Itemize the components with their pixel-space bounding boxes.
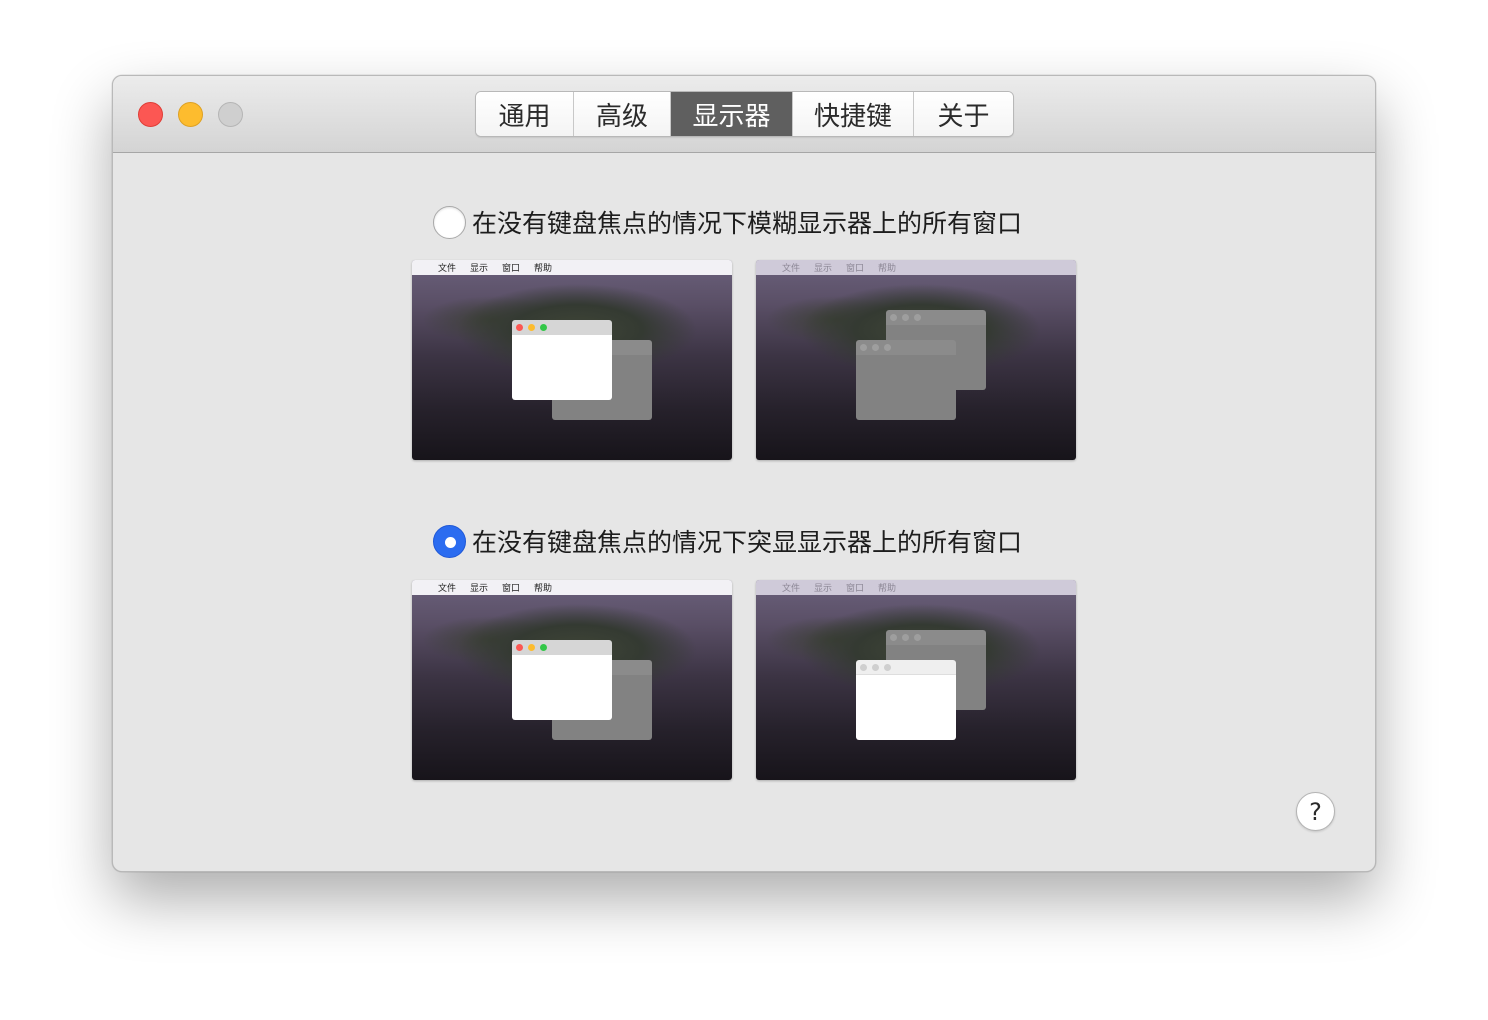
minimize-dot-icon [528, 644, 535, 651]
close-dot-icon [860, 664, 867, 671]
menu-item-view: 显示 [470, 264, 489, 274]
preview-menubar: 文件 显示 窗口 帮助 [412, 260, 732, 275]
blur-preview-focused: 文件 显示 窗口 帮助 [412, 260, 732, 460]
menu-item-help: 帮助 [878, 264, 897, 274]
menu-item-window: 窗口 [502, 584, 521, 594]
blur-option[interactable]: 在没有键盘焦点的情况下模糊显示器上的所有窗口 [433, 202, 1022, 242]
focused-window [512, 320, 612, 400]
title-bar: 通用 高级 显示器 快捷键 关于 [113, 76, 1375, 153]
menu-item-window: 窗口 [846, 264, 865, 274]
menu-item-window: 窗口 [846, 584, 865, 594]
minimize-button[interactable] [178, 102, 203, 127]
tab-advanced[interactable]: 高级 [574, 92, 671, 136]
menu-item-help: 帮助 [534, 584, 553, 594]
zoom-dot-icon [540, 644, 547, 651]
tab-general[interactable]: 通用 [476, 92, 574, 136]
menu-item-view: 显示 [814, 264, 833, 274]
blurred-window [856, 340, 956, 420]
highlight-radio[interactable] [433, 524, 466, 558]
menu-item-view: 显示 [814, 584, 833, 594]
menu-item-window: 窗口 [502, 264, 521, 274]
blur-preview-unfocused: 文件 显示 窗口 帮助 [756, 260, 1076, 460]
zoom-button[interactable] [218, 102, 243, 127]
tab-display[interactable]: 显示器 [671, 92, 793, 136]
tab-about[interactable]: 关于 [914, 92, 1013, 136]
blur-radio[interactable] [433, 205, 466, 239]
tab-shortcuts[interactable]: 快捷键 [793, 92, 914, 136]
preferences-window: 通用 高级 显示器 快捷键 关于 在没有键盘焦点的情况下模糊显示器上的所有窗口 … [112, 75, 1376, 872]
preferences-tabs: 通用 高级 显示器 快捷键 关于 [475, 91, 1014, 137]
help-button[interactable]: ? [1296, 792, 1335, 831]
menu-item-help: 帮助 [534, 264, 553, 274]
highlighted-window [856, 660, 956, 740]
highlight-option-label: 在没有键盘焦点的情况下突显显示器上的所有窗口 [472, 528, 1023, 557]
zoom-dot-icon [540, 324, 547, 331]
preview-menubar: 文件 显示 窗口 帮助 [756, 260, 1076, 275]
preview-menubar: 文件 显示 窗口 帮助 [412, 580, 732, 595]
highlight-preview-focused: 文件 显示 窗口 帮助 [412, 580, 732, 780]
menu-item-help: 帮助 [878, 584, 897, 594]
preview-menubar: 文件 显示 窗口 帮助 [756, 580, 1076, 595]
close-button[interactable] [138, 102, 163, 127]
menu-item-file: 文件 [438, 264, 457, 274]
minimize-dot-icon [528, 324, 535, 331]
menu-item-file: 文件 [438, 584, 457, 594]
zoom-dot-icon [884, 664, 891, 671]
minimize-dot-icon [872, 664, 879, 671]
menu-item-view: 显示 [470, 584, 489, 594]
focused-window [512, 640, 612, 720]
highlight-option[interactable]: 在没有键盘焦点的情况下突显显示器上的所有窗口 [433, 521, 1022, 561]
close-dot-icon [516, 324, 523, 331]
close-dot-icon [516, 644, 523, 651]
menu-item-file: 文件 [782, 264, 801, 274]
blur-option-label: 在没有键盘焦点的情况下模糊显示器上的所有窗口 [472, 209, 1023, 238]
highlight-preview-unfocused: 文件 显示 窗口 帮助 [756, 580, 1076, 780]
menu-item-file: 文件 [782, 584, 801, 594]
